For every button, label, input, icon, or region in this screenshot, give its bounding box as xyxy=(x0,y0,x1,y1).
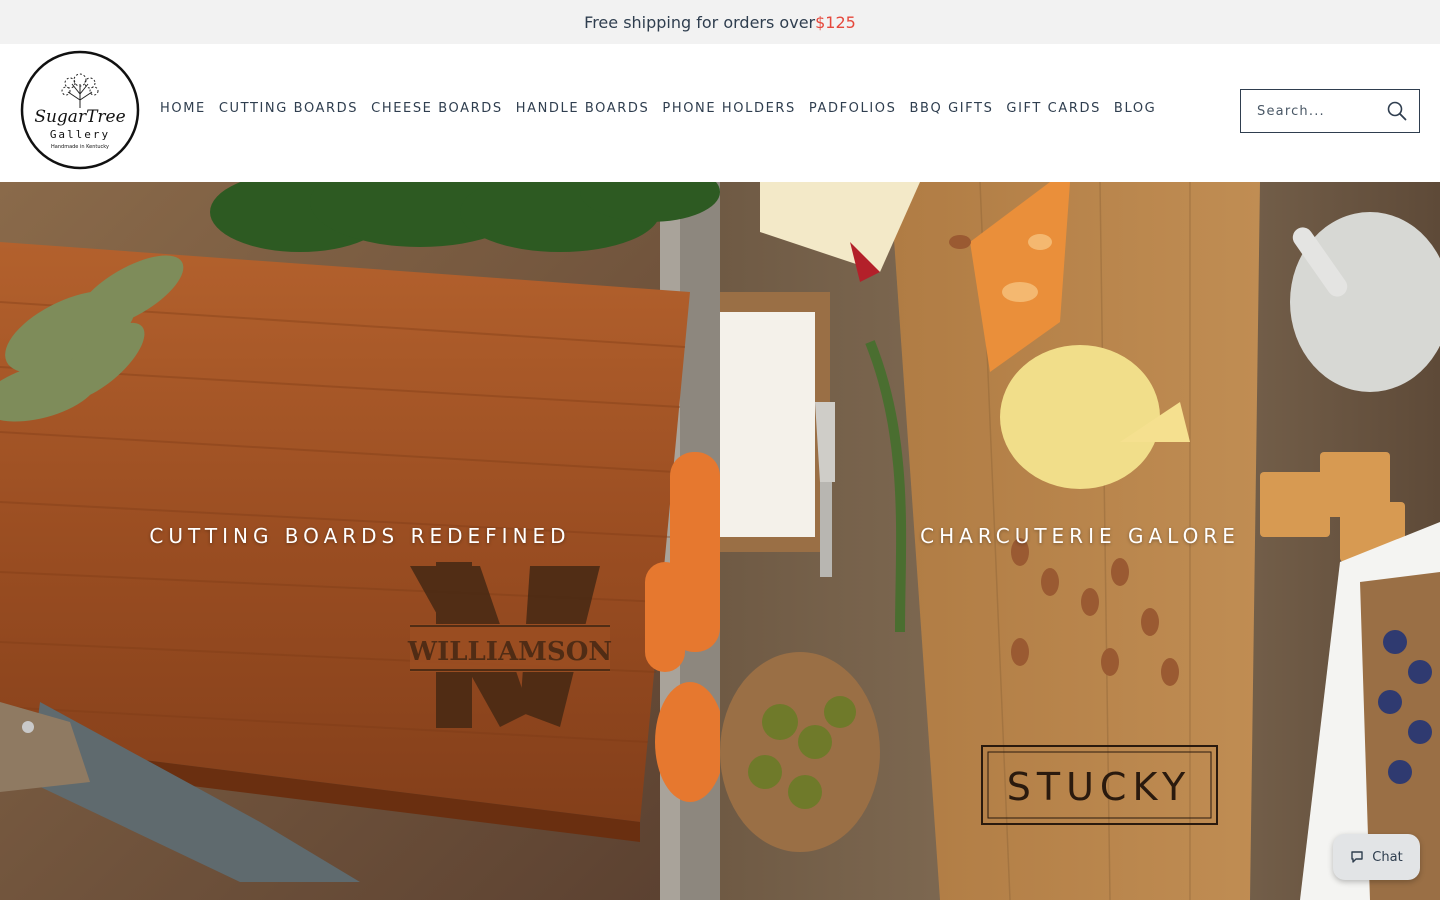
main-nav: HOME CUTTING BOARDS CHEESE BOARDS HANDLE… xyxy=(160,101,1156,116)
logo-line1: SugarTree xyxy=(34,107,125,127)
search-button[interactable] xyxy=(1375,90,1419,132)
nav-item-cutting-boards[interactable]: CUTTING BOARDS xyxy=(219,101,358,116)
logo-tagline: Handmade in Kentucky xyxy=(51,144,109,150)
nav-item-cheese-boards[interactable]: CHEESE BOARDS xyxy=(371,101,503,116)
hero-cutting-boards[interactable]: WILLIAMSON CUTTING BOARDS REDEFINED xyxy=(0,182,720,900)
site-logo[interactable]: SugarTree Gallery Handmade in Kentucky xyxy=(20,50,140,170)
hero-charcuterie[interactable]: STUCKY CHARCUTERIE GALORE xyxy=(720,182,1440,900)
chat-label: Chat xyxy=(1372,849,1403,865)
nav-item-phone-holders[interactable]: PHONE HOLDERS xyxy=(662,101,795,116)
announcement-bar: Free shipping for orders over $125 xyxy=(0,0,1440,44)
board-engraving-text: STUCKY xyxy=(1007,765,1191,809)
site-header: SugarTree Gallery Handmade in Kentucky H… xyxy=(0,44,1440,182)
search-box xyxy=(1240,89,1420,133)
nav-item-home[interactable]: HOME xyxy=(160,101,206,116)
board-engraving-text: WILLIAMSON xyxy=(407,637,612,667)
chat-button[interactable]: Chat xyxy=(1333,834,1420,880)
hero-right-title: CHARCUTERIE GALORE xyxy=(920,524,1240,548)
nav-item-handle-boards[interactable]: HANDLE BOARDS xyxy=(516,101,650,116)
search-icon xyxy=(1387,101,1407,121)
nav-item-bbq-gifts[interactable]: BBQ GIFTS xyxy=(909,101,993,116)
hero-left-title: CUTTING BOARDS REDEFINED xyxy=(149,524,571,548)
logo-line2: Gallery xyxy=(50,128,110,141)
nav-item-blog[interactable]: BLOG xyxy=(1114,101,1156,116)
chat-bubble-icon xyxy=(1351,851,1363,863)
free-shipping-threshold: $125 xyxy=(815,12,856,32)
nav-item-gift-cards[interactable]: GIFT CARDS xyxy=(1006,101,1101,116)
nav-item-padfolios[interactable]: PADFOLIOS xyxy=(809,101,897,116)
search-input[interactable] xyxy=(1241,103,1375,119)
announcement-text: Free shipping for orders over xyxy=(584,12,816,32)
